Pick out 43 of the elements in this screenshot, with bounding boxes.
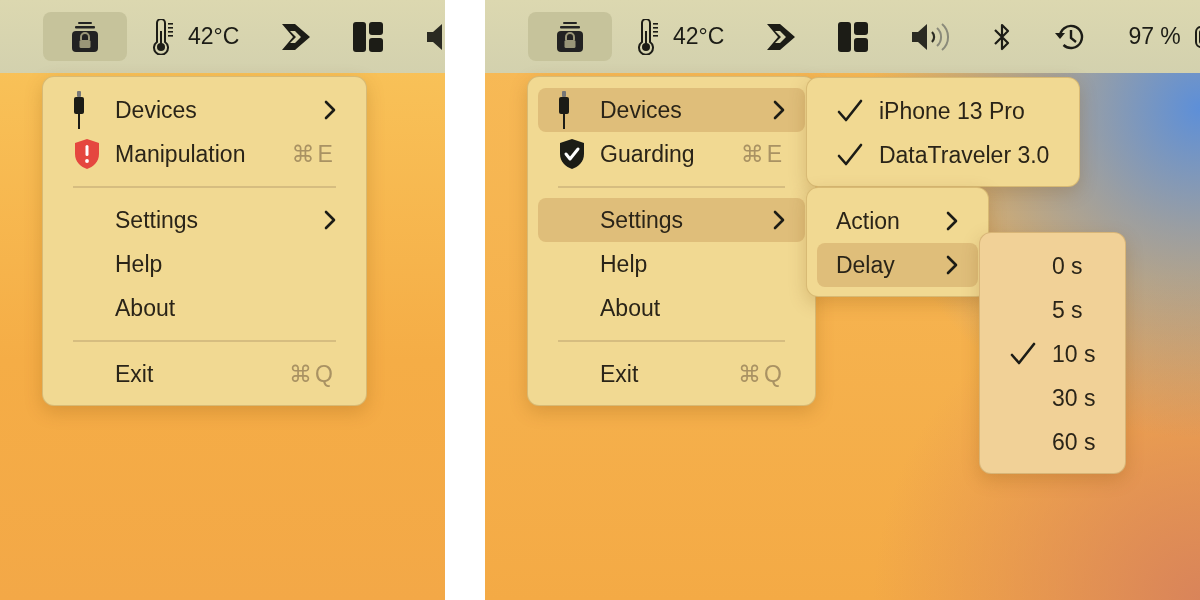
menu-item[interactable]: About xyxy=(538,286,805,330)
menu-item[interactable]: 60 s xyxy=(989,420,1116,464)
menu-item[interactable]: 5 s xyxy=(989,288,1116,332)
menu-item[interactable]: Exit ⌘Q xyxy=(538,352,805,396)
menu-item[interactable]: Exit ⌘Q xyxy=(53,352,356,396)
menu-bar-item[interactable] xyxy=(528,12,612,61)
menu-bar-item[interactable] xyxy=(43,12,127,61)
menu-item[interactable]: 30 s xyxy=(989,376,1116,420)
menu-item[interactable]: Devices xyxy=(538,88,805,132)
plug-icon xyxy=(73,91,85,129)
shortcut-hint: ⌘Q xyxy=(738,360,785,388)
speaker-icon xyxy=(910,21,951,52)
menu-bar-item[interactable]: 42°C xyxy=(135,12,257,61)
menu-item[interactable]: DataTraveler 3.0 xyxy=(816,133,1070,177)
shortcut-hint: ⌘E xyxy=(291,140,336,168)
menu-item[interactable]: 10 s xyxy=(989,332,1116,376)
layout-icon xyxy=(353,21,384,52)
thermometer-icon xyxy=(152,18,174,55)
menu-item[interactable]: About xyxy=(53,286,356,330)
menu-item[interactable]: Help xyxy=(538,242,805,286)
shortcut-hint: ⌘E xyxy=(740,140,785,168)
menu-item[interactable]: Manipulation ⌘E xyxy=(53,132,356,176)
menu-item[interactable]: 0 s xyxy=(989,244,1116,288)
menu-item[interactable]: Delay xyxy=(816,243,978,287)
chevron-logo-icon xyxy=(281,21,312,52)
check-shield-icon xyxy=(558,138,586,170)
menu-item[interactable]: Help xyxy=(53,242,356,286)
menu-item[interactable]: Devices xyxy=(53,88,356,132)
warning-shield-icon xyxy=(73,138,101,170)
menu-item[interactable]: Guarding ⌘E xyxy=(538,132,805,176)
menu-bar-item[interactable]: 42°C xyxy=(620,12,742,61)
lock-stack-icon xyxy=(555,20,585,53)
thermometer-icon xyxy=(637,18,659,55)
layout-icon xyxy=(838,21,869,52)
menu-item[interactable]: Action xyxy=(816,199,978,243)
menu-item[interactable]: iPhone 13 Pro xyxy=(816,89,1070,133)
lock-stack-icon xyxy=(70,20,100,53)
menu-item[interactable]: Settings xyxy=(538,198,805,242)
shortcut-hint: ⌘Q xyxy=(288,360,336,388)
menu-item[interactable]: Settings xyxy=(53,198,356,242)
chevron-logo-icon xyxy=(766,21,797,52)
menu-bar-item[interactable]: 97 % xyxy=(1111,12,1200,61)
plug-icon xyxy=(558,91,570,129)
